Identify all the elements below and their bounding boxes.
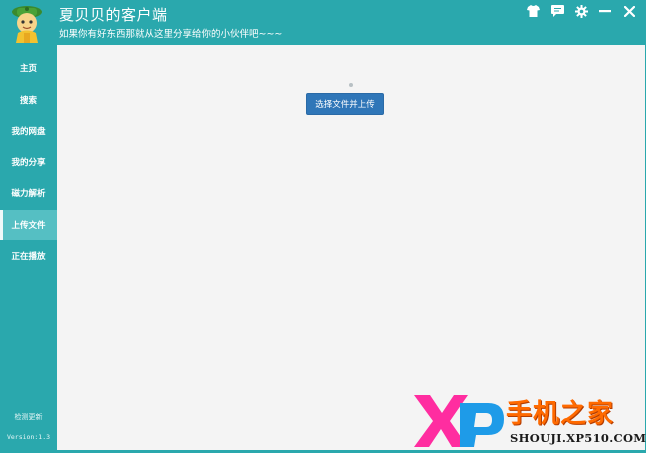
- app-subtitle: 如果你有好东西那就从这里分享给你的小伙伴吧~~~: [59, 29, 283, 40]
- watermark-url: SHOUJI.XP510.COM: [510, 431, 646, 445]
- sidebar-item-label: 磁力解析: [11, 189, 46, 199]
- avatar-icon: [6, 2, 48, 44]
- minimize-icon[interactable]: [598, 4, 612, 18]
- sidebar-item-label: 我的分享: [11, 158, 46, 168]
- app-title: 夏贝贝的客户端: [59, 6, 168, 24]
- watermark-brand: 手机之家: [506, 399, 615, 429]
- sidebar-item-search[interactable]: 搜索: [0, 85, 57, 115]
- shirt-icon[interactable]: [526, 4, 540, 18]
- sidebar-item-home[interactable]: 主页: [0, 53, 57, 83]
- sidebar-item-label: 主页: [19, 64, 37, 74]
- app-window: 夏贝贝的客户端 如果你有好东西那就从这里分享给你的小伙伴吧~~~ 主页 搜索 我…: [0, 0, 646, 453]
- xp-logo: [410, 389, 506, 451]
- sidebar-item-label: 上传文件: [11, 221, 46, 231]
- title-bar: 夏贝贝的客户端 如果你有好东西那就从这里分享给你的小伙伴吧~~~: [0, 0, 646, 45]
- sidebar-item-label: 搜索: [19, 96, 37, 106]
- check-update-link[interactable]: 检测更新: [0, 412, 57, 422]
- window-controls: [526, 3, 636, 19]
- close-icon[interactable]: [622, 4, 636, 18]
- sidebar-item-upload-file[interactable]: 上传文件: [0, 210, 57, 240]
- sidebar-item-now-playing[interactable]: 正在播放: [0, 241, 57, 271]
- sidebar: 主页 搜索 我的网盘 我的分享 磁力解析 上传文件 正在播放 检测更新 Vers…: [0, 45, 57, 453]
- loading-dot: [349, 83, 353, 87]
- message-icon[interactable]: [550, 4, 564, 18]
- gear-icon[interactable]: [574, 4, 588, 18]
- watermark: 手机之家 SHOUJI.XP510.COM: [410, 389, 646, 453]
- sidebar-item-magnet-parse[interactable]: 磁力解析: [0, 178, 57, 208]
- version-label: Version:1.3: [6, 433, 51, 441]
- sidebar-item-my-drive[interactable]: 我的网盘: [0, 116, 57, 146]
- sidebar-item-label: 我的网盘: [11, 127, 46, 137]
- select-and-upload-button[interactable]: 选择文件并上传: [306, 93, 384, 115]
- sidebar-item-my-shares[interactable]: 我的分享: [0, 147, 57, 177]
- sidebar-item-label: 正在播放: [11, 252, 46, 262]
